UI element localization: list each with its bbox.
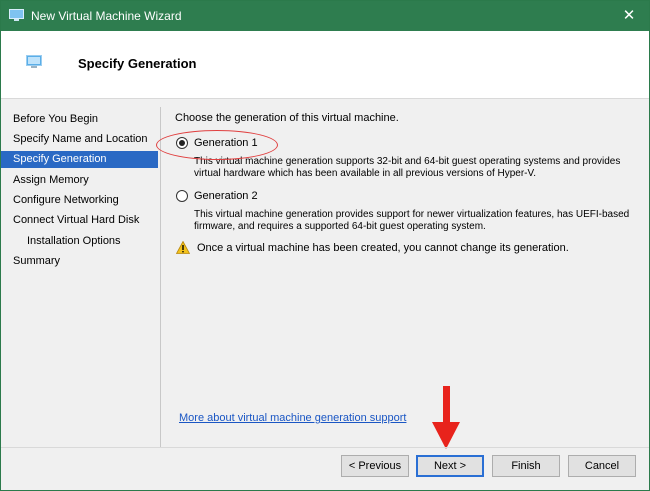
- virtual-machine-icon: [9, 9, 24, 21]
- nav-item-specify-generation[interactable]: Specify Generation: [1, 151, 158, 168]
- nav-item-configure-networking[interactable]: Configure Networking: [1, 192, 158, 209]
- next-button[interactable]: Next >: [416, 455, 484, 477]
- footer-divider: [1, 447, 649, 448]
- generation-1-description: This virtual machine generation supports…: [194, 156, 644, 180]
- generation-2-radio[interactable]: [176, 190, 188, 202]
- warning-icon: [176, 241, 190, 254]
- wizard-steps-nav: Before You Begin Specify Name and Locati…: [1, 100, 161, 440]
- red-arrow-annotation: [432, 386, 460, 449]
- title-bar: New Virtual Machine Wizard ✕: [1, 1, 649, 31]
- nav-item-before-you-begin[interactable]: Before You Begin: [1, 111, 158, 128]
- nav-item-specify-name-location[interactable]: Specify Name and Location: [1, 131, 158, 148]
- highlight-circle-annotation: [156, 130, 278, 160]
- cancel-button[interactable]: Cancel: [568, 455, 636, 477]
- nav-item-installation-options[interactable]: Installation Options: [1, 233, 158, 250]
- virtual-machine-icon: [26, 55, 42, 68]
- close-button[interactable]: ✕: [609, 1, 649, 31]
- nav-item-summary[interactable]: Summary: [1, 253, 158, 270]
- generation-1-description-line: This virtual machine generation supports…: [194, 156, 621, 167]
- nav-item-assign-memory[interactable]: Assign Memory: [1, 172, 158, 189]
- page-header: Specify Generation: [1, 31, 649, 99]
- page-title: Specify Generation: [78, 56, 197, 71]
- previous-button[interactable]: < Previous: [341, 455, 409, 477]
- generation-2-description-line: firmware, and requires a supported 64-bi…: [194, 221, 486, 232]
- generation-support-link[interactable]: More about virtual machine generation su…: [179, 412, 406, 424]
- generation-prompt: Choose the generation of this virtual ma…: [175, 112, 399, 124]
- window-title: New Virtual Machine Wizard: [31, 9, 182, 23]
- generation-1-description-line: virtual hardware which has been availabl…: [194, 168, 537, 179]
- warning-text: Once a virtual machine has been created,…: [197, 242, 569, 254]
- nav-item-connect-virtual-hard-disk[interactable]: Connect Virtual Hard Disk: [1, 212, 158, 229]
- generation-2-label[interactable]: Generation 2: [194, 190, 258, 202]
- generation-2-description: This virtual machine generation provides…: [194, 209, 644, 233]
- finish-button[interactable]: Finish: [492, 455, 560, 477]
- wizard-window: New Virtual Machine Wizard ✕ Specify Gen…: [0, 0, 650, 491]
- generation-2-description-line: This virtual machine generation provides…: [194, 209, 630, 220]
